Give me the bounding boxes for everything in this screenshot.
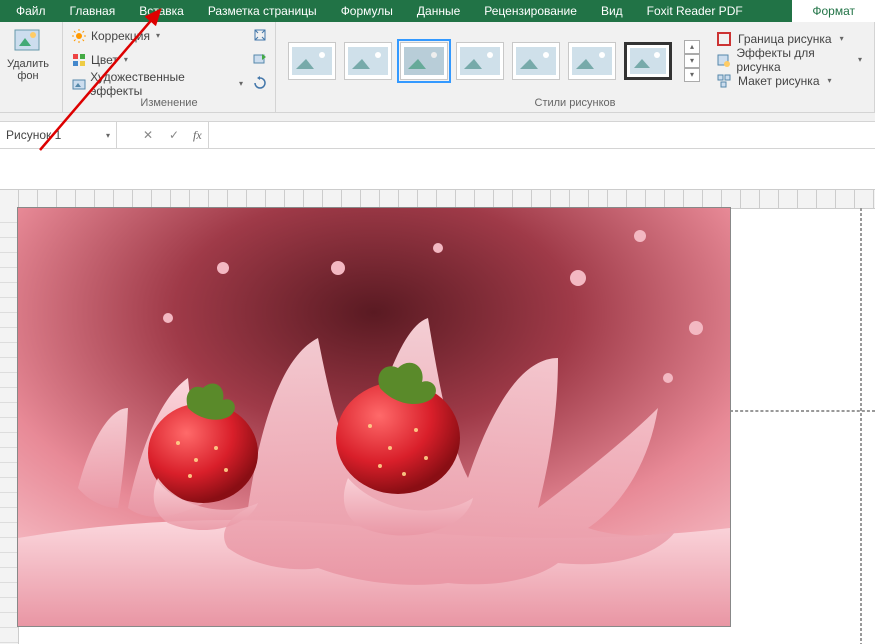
formula-input[interactable] <box>208 122 875 148</box>
tab-format[interactable]: Формат <box>792 0 875 22</box>
corrections-label: Коррекция <box>91 29 150 43</box>
formula-bar: Рисунок 1 ▾ ✕ ✓ fx <box>0 122 875 149</box>
style-thumb-1[interactable] <box>288 42 336 80</box>
accept-formula-button[interactable]: ✓ <box>161 128 187 142</box>
tab-view[interactable]: Вид <box>589 0 635 22</box>
layout-icon <box>716 73 732 89</box>
fx-label[interactable]: fx <box>187 128 208 143</box>
picture-effects-button[interactable]: Эффекты для рисунка▾ <box>716 49 862 70</box>
name-box-value: Рисунок 1 <box>6 128 61 142</box>
name-box[interactable]: Рисунок 1 ▾ <box>0 122 117 148</box>
tab-review[interactable]: Рецензирование <box>472 0 589 22</box>
style-thumb-2[interactable] <box>344 42 392 80</box>
picture-layout-label: Макет рисунка <box>738 74 820 88</box>
remove-background-icon <box>12 24 44 56</box>
dropdown-icon: ▾ <box>124 55 128 64</box>
style-thumb-3[interactable] <box>400 42 448 80</box>
row-headers <box>0 208 19 644</box>
color-icon <box>71 52 87 68</box>
change-picture-button[interactable] <box>249 48 271 70</box>
tab-insert[interactable]: Вставка <box>127 0 196 22</box>
effects-icon <box>716 52 730 68</box>
gallery-more-button[interactable]: ▾ <box>684 68 700 82</box>
dropdown-icon: ▾ <box>239 79 243 88</box>
artistic-icon <box>71 76 86 92</box>
gallery-up-button[interactable]: ▴ <box>684 40 700 54</box>
tab-formulas[interactable]: Формулы <box>329 0 405 22</box>
ribbon: Удалить фон Коррекция ▾ Цвет ▾ Художествен… <box>0 22 875 113</box>
dropdown-icon: ▾ <box>858 55 862 64</box>
artistic-effects-button[interactable]: Художественные эффекты ▾ <box>67 72 247 95</box>
color-button[interactable]: Цвет ▾ <box>67 48 247 71</box>
tab-page-layout[interactable]: Разметка страницы <box>196 0 329 22</box>
dropdown-icon: ▾ <box>156 31 160 40</box>
reset-picture-button[interactable] <box>249 72 271 94</box>
tab-foxit[interactable]: Foxit Reader PDF <box>635 0 755 22</box>
tab-file[interactable]: Файл <box>4 0 58 22</box>
color-label: Цвет <box>91 53 118 67</box>
compress-pictures-button[interactable] <box>249 24 271 46</box>
style-thumb-4[interactable] <box>456 42 504 80</box>
dropdown-icon: ▾ <box>840 34 844 43</box>
corrections-button[interactable]: Коррекция ▾ <box>67 24 247 47</box>
brightness-icon <box>71 28 87 44</box>
cancel-formula-button[interactable]: ✕ <box>135 128 161 142</box>
tab-home[interactable]: Главная <box>58 0 128 22</box>
gallery-down-button[interactable]: ▾ <box>684 54 700 68</box>
dropdown-icon: ▾ <box>106 131 110 140</box>
style-thumb-5[interactable] <box>512 42 560 80</box>
dropdown-icon: ▾ <box>828 76 832 85</box>
worksheet-area[interactable] <box>0 190 875 644</box>
picture-effects-label: Эффекты для рисунка <box>736 46 850 74</box>
remove-background-label: Удалить фон <box>7 58 49 82</box>
group-styles-label: Стили рисунков <box>280 95 870 112</box>
column-headers <box>0 190 875 209</box>
artistic-label: Художественные эффекты <box>90 70 233 98</box>
group-adjust-label: Изменение <box>67 95 271 112</box>
picture-border-label: Граница рисунка <box>738 32 832 46</box>
border-icon <box>716 31 732 47</box>
ribbon-tabs: Файл Главная Вставка Разметка страницы Ф… <box>0 0 875 22</box>
inserted-picture[interactable] <box>18 208 730 626</box>
style-thumb-7[interactable] <box>624 42 672 80</box>
blank-bar <box>0 149 875 190</box>
tab-data[interactable]: Данные <box>405 0 472 22</box>
style-thumb-6[interactable] <box>568 42 616 80</box>
remove-background-button[interactable]: Удалить фон <box>4 24 52 82</box>
picture-styles-gallery: ▴ ▾ ▾ <box>280 24 704 91</box>
